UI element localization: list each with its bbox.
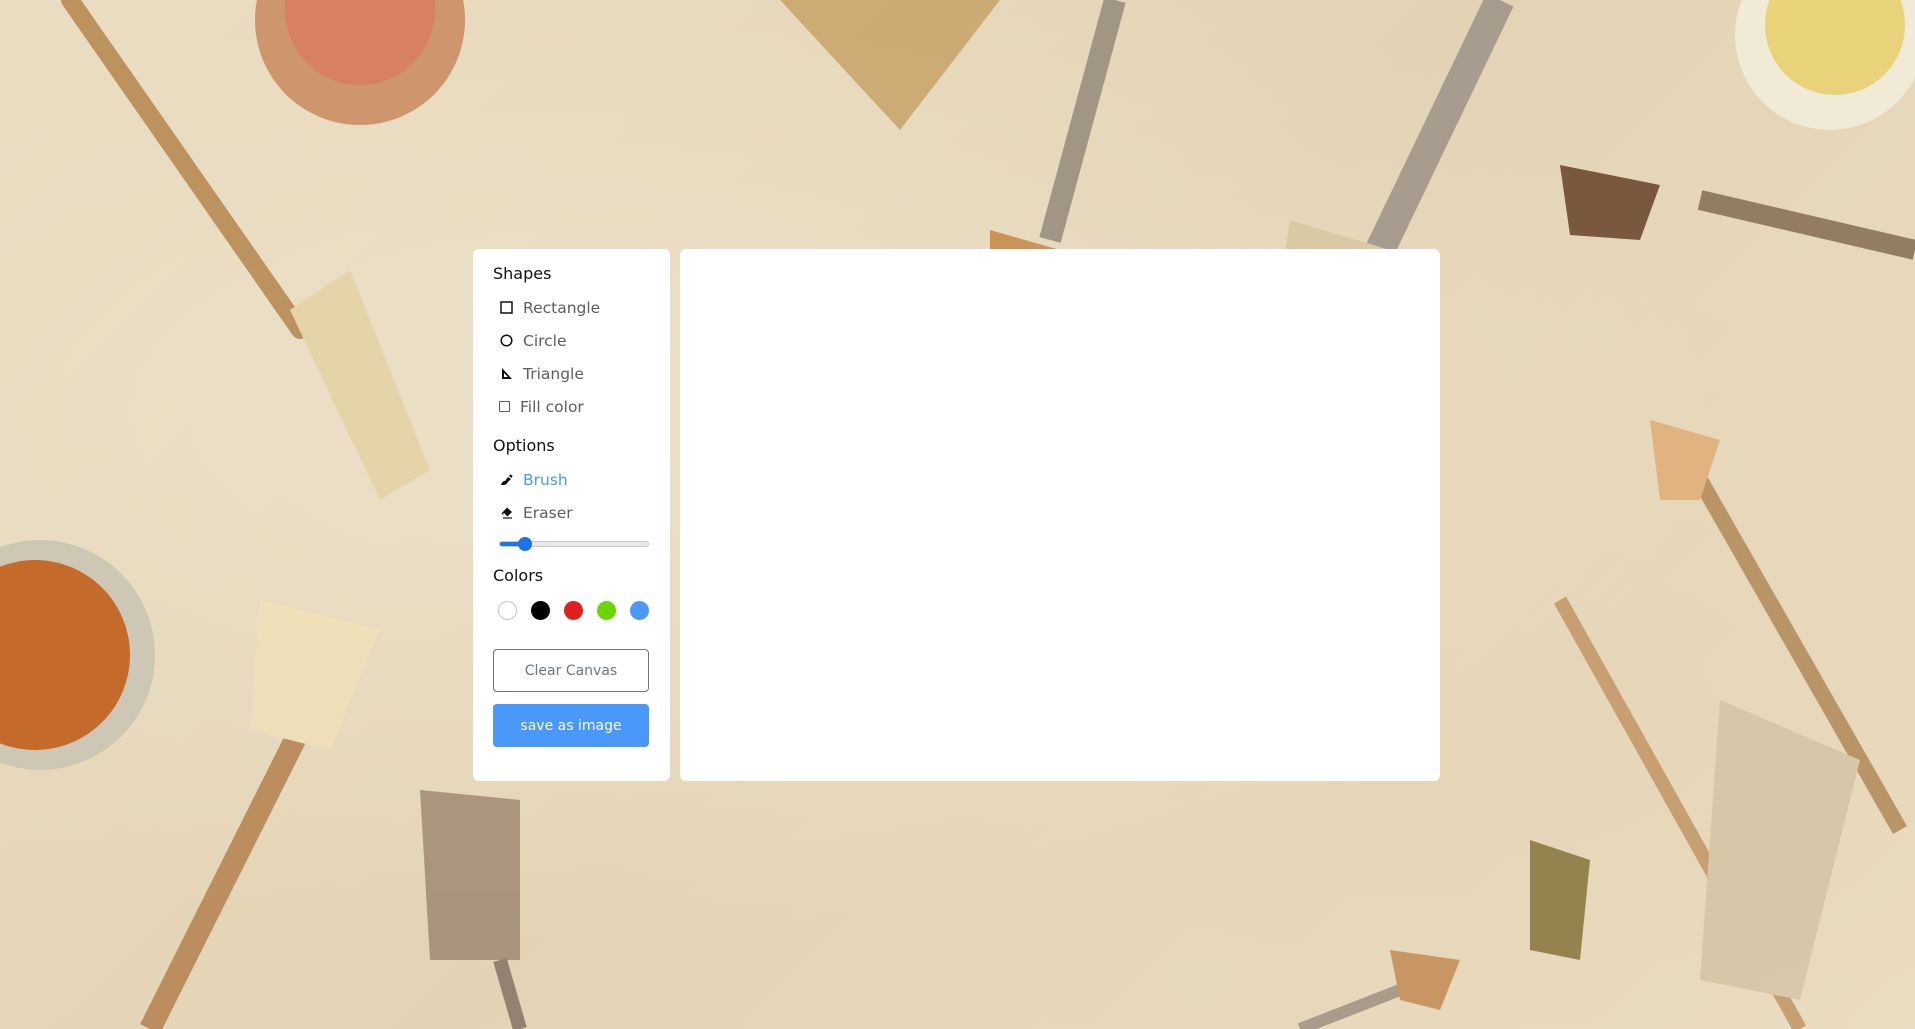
drawing-app: Shapes Rectangle Circle Triangle Fill co… [473,249,1440,781]
tool-eraser[interactable]: Eraser [493,496,650,529]
options-title: Options [493,436,555,455]
color-swatch-blue[interactable] [630,600,649,620]
tool-triangle[interactable]: Triangle [493,357,650,390]
color-swatch-green[interactable] [597,600,616,620]
shapes-list: Rectangle Circle Triangle Fill color [493,291,650,423]
circle-outline-icon [499,334,513,348]
color-swatches [493,593,650,627]
color-swatch-black[interactable] [531,600,550,620]
color-swatch-white[interactable] [498,600,517,620]
slider-thumb[interactable] [518,537,533,551]
triangle-ruler-icon [499,367,513,381]
brush-icon [499,473,513,487]
clear-canvas-button[interactable]: Clear Canvas [493,649,649,692]
tool-circle-label: Circle [523,331,567,350]
tools-panel: Shapes Rectangle Circle Triangle Fill co… [473,249,670,781]
tool-eraser-label: Eraser [523,503,573,522]
drawing-canvas[interactable] [680,249,1440,781]
eraser-icon [499,506,513,520]
tool-brush[interactable]: Brush [493,463,650,496]
tool-brush-label: Brush [523,470,568,489]
tool-triangle-label: Triangle [523,364,584,383]
options-list: Brush Eraser [493,463,650,529]
slider-track[interactable] [499,537,649,551]
colors-title: Colors [493,566,544,585]
tool-circle[interactable]: Circle [493,324,650,357]
fill-color-checkbox[interactable] [499,401,510,412]
save-image-button[interactable]: save as image [493,704,649,747]
tool-rectangle[interactable]: Rectangle [493,291,650,324]
fill-color-option[interactable]: Fill color [493,390,650,423]
tool-rectangle-label: Rectangle [523,298,601,317]
brush-size-slider[interactable] [493,529,650,559]
shapes-title: Shapes [493,264,552,283]
square-outline-icon [499,301,513,315]
fill-color-label: Fill color [520,397,584,416]
color-swatch-red[interactable] [564,600,583,620]
